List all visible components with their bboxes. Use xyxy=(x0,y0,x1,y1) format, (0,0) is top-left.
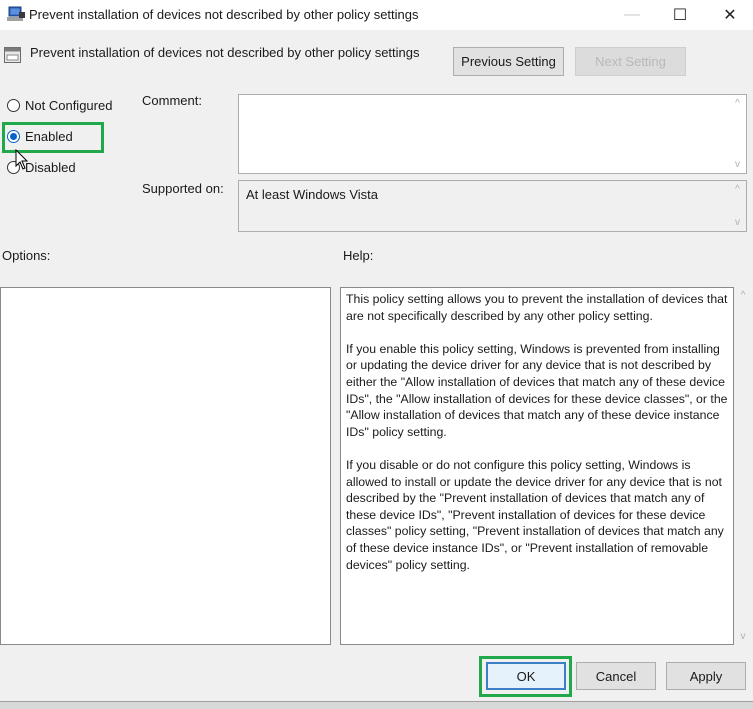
scroll-down-icon[interactable]: v xyxy=(735,631,751,642)
comment-input[interactable]: ^ v xyxy=(238,94,747,174)
options-panel xyxy=(0,287,331,645)
window-title: Prevent installation of devices not desc… xyxy=(29,7,419,22)
supported-on-value: At least Windows Vista xyxy=(246,187,378,202)
mouse-cursor-icon xyxy=(15,149,29,170)
title-bar: Prevent installation of devices not desc… xyxy=(0,0,753,30)
apply-button[interactable]: Apply xyxy=(666,662,746,690)
minimize-icon: — xyxy=(624,6,640,23)
window-bottom-edge xyxy=(0,701,753,709)
radio-circle[interactable] xyxy=(7,99,20,112)
radio-not-configured[interactable]: Not Configured xyxy=(7,98,112,113)
scroll-up-icon[interactable]: ^ xyxy=(729,98,746,109)
maximize-icon: ☐ xyxy=(672,7,688,24)
scroll-up-icon[interactable]: ^ xyxy=(735,290,751,301)
radio-label: Not Configured xyxy=(25,98,113,113)
group-policy-computer-icon xyxy=(7,6,25,21)
help-paragraph: If you disable or do not configure this … xyxy=(346,457,724,572)
supported-on-label: Supported on: xyxy=(142,181,224,196)
comment-label: Comment: xyxy=(142,93,202,108)
supported-scrollbar[interactable]: ^ v xyxy=(729,181,746,231)
close-icon: ✕ xyxy=(723,7,737,24)
maximize-button[interactable]: ☐ xyxy=(657,0,703,30)
policy-setting-icon xyxy=(4,47,21,63)
supported-on-field: At least Windows Vista ^ v xyxy=(238,180,747,232)
comment-scrollbar[interactable]: ^ v xyxy=(729,95,746,173)
help-paragraph: This policy setting allows you to preven… xyxy=(346,292,728,323)
next-setting-button: Next Setting xyxy=(575,47,686,76)
minimize-button[interactable]: — xyxy=(609,0,655,30)
scroll-down-icon[interactable]: v xyxy=(729,159,746,170)
help-paragraph: If you enable this policy setting, Windo… xyxy=(346,341,728,439)
close-button[interactable]: ✕ xyxy=(707,0,753,30)
help-scrollbar[interactable]: ^ v xyxy=(735,287,751,645)
ok-highlight-annotation xyxy=(479,656,572,697)
radio-label: Disabled xyxy=(25,160,76,175)
help-label: Help: xyxy=(343,248,374,263)
scroll-up-icon[interactable]: ^ xyxy=(729,184,746,195)
help-panel: This policy setting allows you to preven… xyxy=(340,287,734,645)
setting-title: Prevent installation of devices not desc… xyxy=(30,45,420,60)
cancel-button[interactable]: Cancel xyxy=(576,662,656,690)
options-label: Options: xyxy=(2,248,51,263)
scroll-down-icon[interactable]: v xyxy=(729,217,746,228)
previous-setting-button[interactable]: Previous Setting xyxy=(453,47,564,76)
